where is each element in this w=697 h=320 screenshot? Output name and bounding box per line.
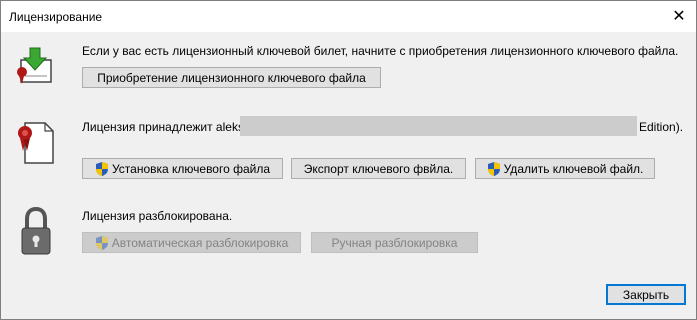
- licensing-dialog: Лицензирование ✕ Если у вас есть лицензи…: [0, 0, 697, 320]
- export-key-file-label: Экспорт ключевого фвйла.: [303, 161, 454, 176]
- uac-shield-icon: [487, 161, 500, 176]
- auto-unlock-button[interactable]: Автоматическая разблокировка: [82, 232, 301, 253]
- certificate-document-icon: [18, 122, 54, 164]
- purchase-text: Если у вас есть лицензионный ключевой би…: [82, 44, 679, 58]
- close-icon[interactable]: ✕: [662, 1, 696, 32]
- unlock-status-text: Лицензия разблокирована.: [82, 209, 233, 223]
- auto-unlock-label: Автоматическая разблокировка: [111, 235, 289, 250]
- uac-shield-icon: [95, 235, 108, 250]
- window-title: Лицензирование: [9, 10, 103, 24]
- install-key-file-label: Установка ключевого файла: [111, 161, 271, 176]
- purchase-key-file-button[interactable]: Приобретение лицензионного ключевого фай…: [82, 67, 381, 88]
- manual-unlock-button[interactable]: Ручная разблокировка: [311, 232, 478, 253]
- download-certificate-icon: [17, 47, 52, 84]
- purchase-key-file-label: Приобретение лицензионного ключевого фай…: [97, 70, 366, 85]
- padlock-icon: [21, 206, 51, 255]
- license-owner-text: Лицензия принадлежит aleks: [82, 120, 244, 134]
- delete-key-file-label: Удалить ключевой файл.: [503, 161, 644, 176]
- manual-unlock-label: Ручная разблокировка: [331, 235, 458, 250]
- title-bar: Лицензирование ✕: [1, 1, 696, 32]
- license-owner-suffix: Edition).: [639, 120, 684, 134]
- close-dialog-label: Закрыть: [622, 287, 670, 302]
- export-key-file-button[interactable]: Экспорт ключевого фвйла.: [291, 158, 466, 179]
- install-key-file-button[interactable]: Установка ключевого файла: [82, 158, 283, 179]
- close-dialog-button[interactable]: Закрыть: [606, 284, 686, 305]
- redacted-license-name: [240, 116, 637, 136]
- uac-shield-icon: [95, 161, 108, 176]
- delete-key-file-button[interactable]: Удалить ключевой файл.: [475, 158, 655, 179]
